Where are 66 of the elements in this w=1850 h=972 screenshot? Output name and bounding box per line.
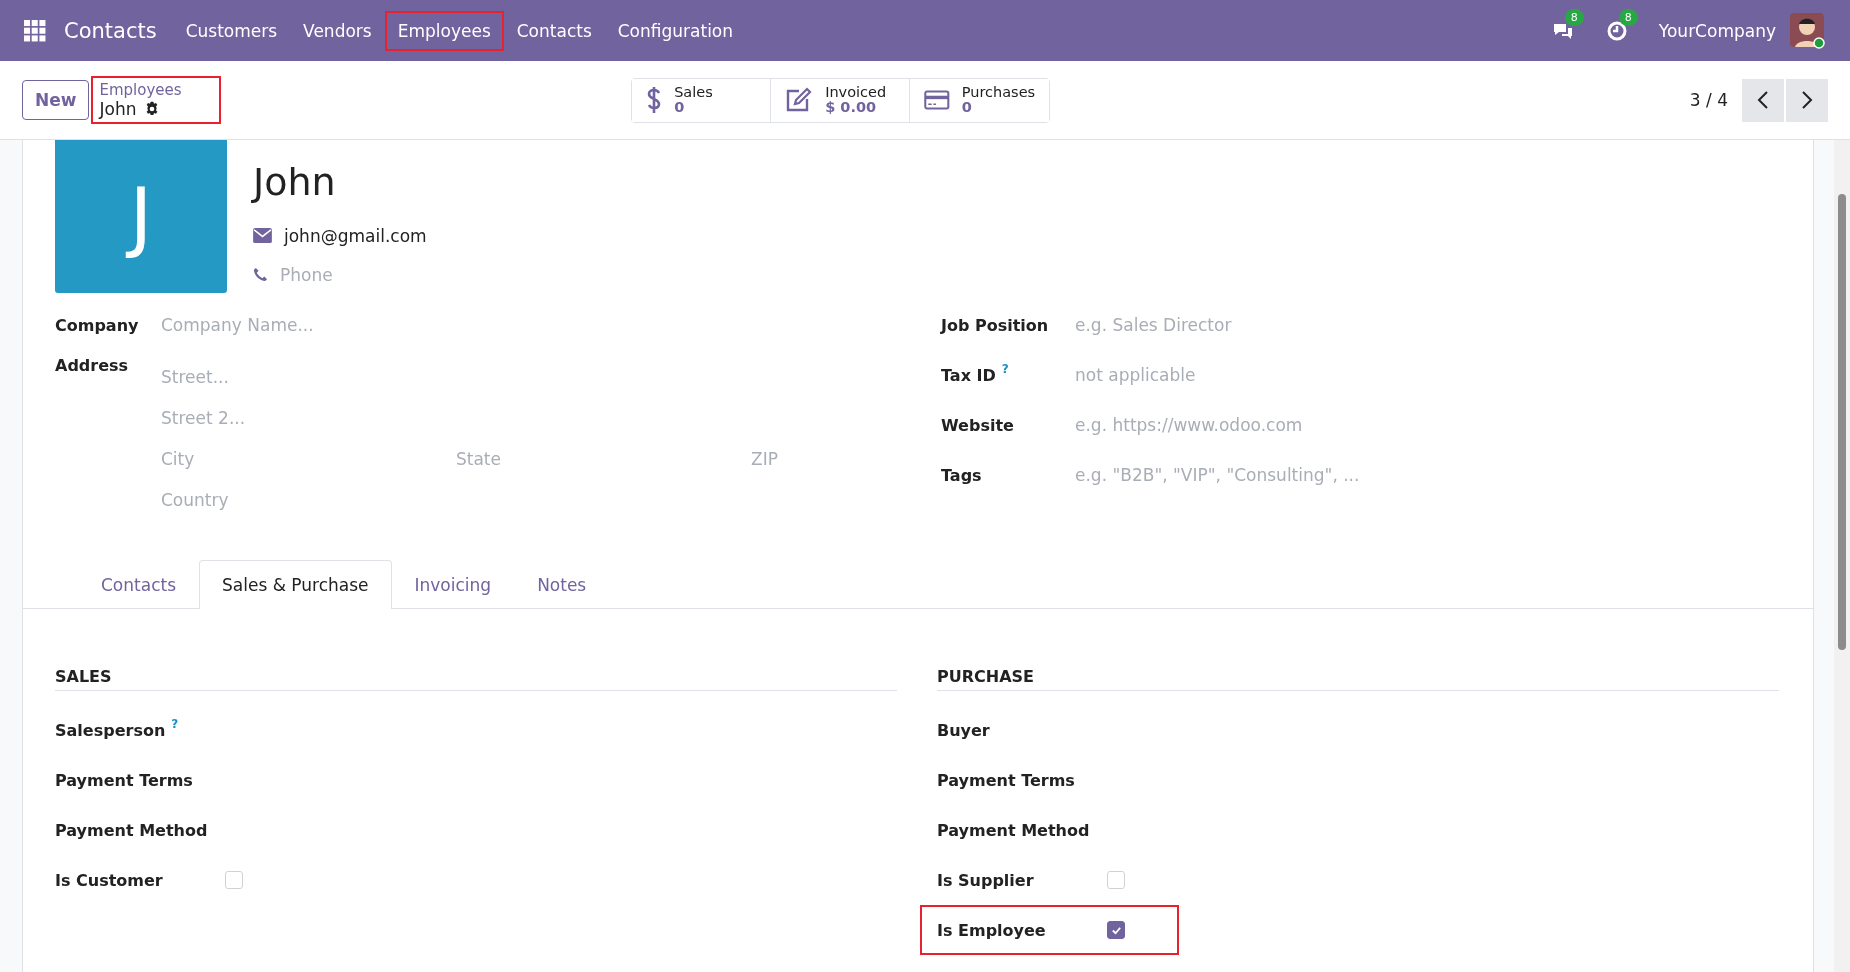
phone-field[interactable]: Phone — [280, 264, 480, 285]
app-name[interactable]: Contacts — [64, 18, 157, 43]
city-field[interactable]: City — [161, 438, 456, 479]
field-label: Tax ID — [941, 365, 996, 385]
chevron-left-icon — [1757, 90, 1769, 110]
new-button[interactable]: New — [22, 80, 90, 120]
section-heading: SALES — [55, 667, 897, 691]
user-avatar-icon[interactable] — [1790, 12, 1826, 49]
field-label: Payment Terms — [937, 770, 1075, 790]
field-label: Buyer — [937, 720, 990, 740]
tab[interactable]: Contacts — [78, 560, 199, 609]
menu-item[interactable]: Customers — [172, 10, 291, 51]
country-field[interactable]: Country — [161, 479, 491, 520]
street-field[interactable]: Street... — [161, 356, 491, 397]
input-field[interactable]: e.g. "B2B", "VIP", "Consulting", ... — [1075, 465, 1405, 485]
credit-card-icon — [924, 88, 950, 112]
tab[interactable]: Sales & Purchase — [199, 560, 392, 609]
menu-item[interactable]: Vendors — [290, 10, 385, 51]
menu-item[interactable]: Configuration — [604, 10, 747, 51]
field-label: Job Position — [941, 315, 1049, 335]
pager-counter: 3 / 4 — [1689, 90, 1728, 110]
phone-icon — [253, 267, 268, 282]
chevron-right-icon — [1801, 90, 1813, 110]
checkbox[interactable] — [1107, 921, 1125, 939]
field-label: Is Customer — [55, 870, 163, 890]
field-label: Payment Method — [937, 820, 1090, 840]
tab[interactable]: Notes — [514, 560, 610, 609]
section-heading: PURCHASE — [937, 667, 1779, 691]
smart-button[interactable]: Sales 0 — [632, 78, 772, 122]
input-field[interactable]: e.g. Sales Director — [1075, 315, 1405, 335]
street-field[interactable]: Street 2... — [161, 397, 491, 438]
input-field[interactable]: not applicable — [1075, 365, 1405, 385]
record-name: John — [99, 99, 137, 119]
zip-field[interactable]: ZIP — [751, 438, 901, 479]
activity-count-badge: 8 — [1618, 8, 1638, 26]
field-label: Payment Terms — [55, 770, 193, 790]
field-label: Tags — [941, 465, 982, 485]
field-label: Is Supplier — [937, 870, 1034, 890]
company-field[interactable]: Company Name... — [161, 315, 491, 335]
field-label: Address — [55, 356, 130, 375]
message-count-badge: 8 — [1564, 8, 1584, 26]
contact-name[interactable]: John — [253, 160, 480, 204]
apps-grid-icon[interactable] — [24, 19, 46, 42]
help-tooltip[interactable]: ? — [171, 716, 179, 731]
scrollbar[interactable] — [1834, 140, 1850, 972]
checkmark-icon — [1110, 924, 1122, 936]
field-label: Salesperson — [55, 720, 166, 740]
menu-item[interactable]: Contacts — [503, 10, 605, 51]
state-field[interactable]: State — [456, 438, 751, 479]
company-name[interactable]: YourCompany — [1658, 20, 1776, 41]
next-button[interactable] — [1786, 78, 1828, 122]
envelope-icon — [253, 228, 272, 243]
menu-item[interactable]: Employees — [384, 10, 504, 51]
field-label: Website — [941, 415, 1014, 435]
input-field[interactable]: e.g. https://www.odoo.com — [1075, 415, 1405, 435]
help-tooltip[interactable]: ? — [1001, 361, 1009, 376]
email-field[interactable]: john@gmail.com — [284, 225, 427, 246]
field-label: Is Employee — [937, 920, 1046, 940]
edit-icon — [785, 87, 814, 113]
previous-button[interactable] — [1742, 78, 1784, 122]
field-label: Payment Method — [55, 820, 208, 840]
tab[interactable]: Invoicing — [391, 560, 515, 609]
dollar-icon — [646, 86, 663, 114]
contact-avatar[interactable]: J — [55, 140, 227, 293]
field-label: Company — [55, 315, 140, 335]
breadcrumb-link[interactable]: Employees — [99, 81, 214, 99]
